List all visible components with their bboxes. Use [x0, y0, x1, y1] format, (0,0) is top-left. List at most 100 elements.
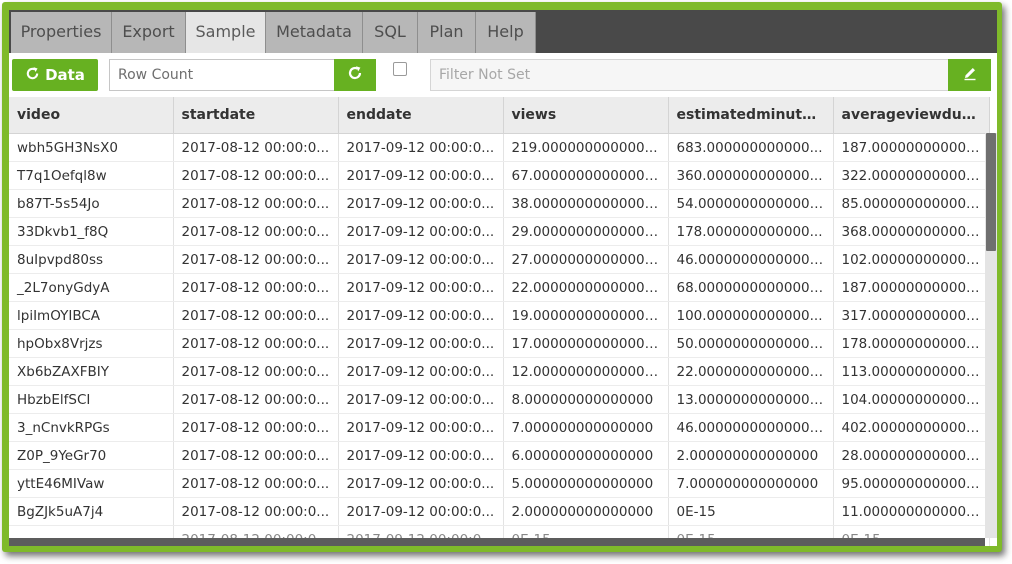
table-cell[interactable]: 187.000000000000... [833, 133, 990, 162]
table-cell[interactable]: 102.000000000000... [833, 245, 990, 274]
column-header-enddate[interactable]: enddate [338, 97, 504, 134]
tab-help[interactable]: Help [476, 12, 536, 53]
column-header-estimatedminutes[interactable]: estimatedminutes... [668, 97, 834, 134]
data-button[interactable]: Data [12, 59, 98, 91]
table-row[interactable]: wbh5GH3NsX0 2017-08-12 00:00:0... 2017-09-… [9, 133, 990, 162]
table-cell[interactable]: 13.000000000000000 [668, 385, 834, 414]
table-cell[interactable]: HbzbElfSCI [9, 385, 174, 414]
table-cell[interactable]: Z0P_9YeGr70 [9, 441, 174, 470]
table-cell[interactable]: 2017-09-12 00:00:0... [338, 469, 504, 498]
table-cell[interactable]: 2017-08-12 00:00:0... [173, 245, 339, 274]
row-count-refresh-button[interactable] [334, 59, 376, 91]
table-cell[interactable]: 2017-08-12 00:00:0... [173, 217, 339, 246]
table-cell[interactable]: 187.000000000000... [833, 273, 990, 302]
table-cell[interactable]: 19.000000000000000 [503, 301, 669, 330]
table-cell[interactable]: hpObx8Vrjzs [9, 329, 174, 358]
table-cell[interactable]: 33Dkvb1_f8Q [9, 217, 174, 246]
table-cell[interactable]: 2017-09-12 00:00:0... [338, 273, 504, 302]
table-cell[interactable]: 5.000000000000000 [503, 469, 669, 498]
table-cell[interactable]: 2017-09-12 00:00:0... [338, 385, 504, 414]
table-row[interactable]: Z0P_9YeGr70 2017-08-12 00:00:0... 2017-09-… [9, 441, 990, 470]
table-cell[interactable]: yttE46MIVaw [9, 469, 174, 498]
table-cell[interactable]: 68.000000000000000 [668, 273, 834, 302]
table-cell[interactable]: 2017-08-12 00:00:0... [173, 357, 339, 386]
table-cell[interactable]: 2017-08-12 00:00:0... [173, 161, 339, 190]
filter-display[interactable]: Filter Not Set [430, 59, 948, 91]
table-cell[interactable]: 6.000000000000000 [503, 441, 669, 470]
table-row[interactable]: Xb6bZAXFBIY 2017-08-12 00:00:0... 2017-09-… [9, 357, 990, 386]
tab-plan[interactable]: Plan [418, 12, 476, 53]
table-cell[interactable]: 85.000000000000000 [833, 189, 990, 218]
table-cell[interactable]: 2017-08-12 00:00:0... [173, 469, 339, 498]
table-cell[interactable]: 2017-08-12 00:00:0... [173, 189, 339, 218]
row-count-input[interactable] [109, 59, 335, 91]
table-cell[interactable]: 2017-09-12 00:00:0... [338, 441, 504, 470]
table-cell[interactable]: 29.000000000000000 [503, 217, 669, 246]
table-cell[interactable]: 683.000000000000... [668, 133, 834, 162]
table-cell[interactable]: 2.000000000000000 [503, 497, 669, 526]
table-cell[interactable]: 178.000000000000... [833, 329, 990, 358]
table-row[interactable]: T7q1Oefql8w 2017-08-12 00:00:0... 2017-09-… [9, 161, 990, 190]
table-cell[interactable]: 22.000000000000000 [503, 273, 669, 302]
table-cell[interactable]: 317.000000000000... [833, 301, 990, 330]
table-cell[interactable]: 2017-09-12 00:00:0... [338, 217, 504, 246]
table-cell[interactable]: 219.000000000000... [503, 133, 669, 162]
table-cell[interactable]: 67.000000000000000 [503, 161, 669, 190]
table-cell[interactable]: 7.000000000000000 [668, 469, 834, 498]
table-cell[interactable]: lpiImOYIBCA [9, 301, 174, 330]
vertical-scrollbar[interactable] [985, 133, 997, 538]
table-cell[interactable]: 2017-08-12 00:00:0... [173, 301, 339, 330]
table-cell[interactable]: 22.000000000000000 [668, 357, 834, 386]
column-header-averageviewduration[interactable]: averageviewdurat... [833, 97, 990, 134]
table-row[interactable]: 3_nCnvkRPGs 2017-08-12 00:00:0... 2017-09-… [9, 413, 990, 442]
table-cell[interactable]: 2017-09-12 00:00:0... [338, 357, 504, 386]
table-cell[interactable]: 46.000000000000000 [668, 413, 834, 442]
table-row[interactable]: _2L7onyGdyA 2017-08-12 00:00:0... 2017-09-… [9, 273, 990, 302]
column-header-views[interactable]: views [503, 97, 669, 134]
table-cell[interactable]: 2017-09-12 00:00:0... [338, 189, 504, 218]
table-row[interactable]: hpObx8Vrjzs 2017-08-12 00:00:0... 2017-09-… [9, 329, 990, 358]
table-cell[interactable]: 2017-08-12 00:00:0... [173, 385, 339, 414]
table-cell[interactable]: 3_nCnvkRPGs [9, 413, 174, 442]
table-cell[interactable]: 2017-08-12 00:00:0... [173, 273, 339, 302]
table-cell[interactable]: 2017-09-12 00:00:0... [338, 413, 504, 442]
table-cell[interactable]: 2017-09-12 00:00:0... [338, 301, 504, 330]
table-row[interactable]: BgZJk5uA7j4 2017-08-12 00:00:0... 2017-09-… [9, 497, 990, 526]
table-cell[interactable]: wbh5GH3NsX0 [9, 133, 174, 162]
tab-metadata[interactable]: Metadata [266, 12, 363, 53]
table-cell[interactable]: 2017-09-12 00:00:0... [338, 133, 504, 162]
table-cell[interactable]: 54.000000000000000 [668, 189, 834, 218]
table-cell[interactable]: 2017-09-12 00:00:0... [338, 245, 504, 274]
tab-sample[interactable]: Sample [186, 12, 266, 53]
table-cell[interactable]: 2017-09-12 00:00:0... [338, 497, 504, 526]
table-cell[interactable]: 27.000000000000000 [503, 245, 669, 274]
table-cell[interactable]: T7q1Oefql8w [9, 161, 174, 190]
table-row[interactable]: b87T-5s54Jo 2017-08-12 00:00:0... 2017-09-… [9, 189, 990, 218]
tab-properties[interactable]: Properties [11, 12, 112, 53]
table-cell[interactable]: 360.000000000000... [668, 161, 834, 190]
table-cell[interactable]: 2017-08-12 00:00:0... [173, 497, 339, 526]
table-cell[interactable]: 95.000000000000000 [833, 469, 990, 498]
table-cell[interactable]: 2017-08-12 00:00:0... [173, 329, 339, 358]
table-cell[interactable]: BgZJk5uA7j4 [9, 497, 174, 526]
column-header-startdate[interactable]: startdate [173, 97, 339, 134]
table-cell[interactable]: 2017-09-12 00:00:0... [338, 329, 504, 358]
table-cell[interactable]: 38.000000000000000 [503, 189, 669, 218]
table-cell[interactable]: 2017-09-12 00:00:0... [338, 161, 504, 190]
table-row[interactable]: yttE46MIVaw 2017-08-12 00:00:0... 2017-09-… [9, 469, 990, 498]
table-cell[interactable]: 402.000000000000... [833, 413, 990, 442]
table-cell[interactable]: 28.000000000000000 [833, 441, 990, 470]
table-cell[interactable]: 8uIpvpd80ss [9, 245, 174, 274]
table-cell[interactable]: 2.000000000000000 [668, 441, 834, 470]
table-cell[interactable]: 322.000000000000... [833, 161, 990, 190]
table-cell[interactable]: 17.000000000000000 [503, 329, 669, 358]
horizontal-scrollbar[interactable] [9, 538, 985, 546]
table-cell[interactable]: Xb6bZAXFBIY [9, 357, 174, 386]
table-cell[interactable]: 178.000000000000... [668, 217, 834, 246]
filter-checkbox[interactable] [393, 62, 407, 76]
table-cell[interactable]: 46.000000000000000 [668, 245, 834, 274]
table-row[interactable]: HbzbElfSCI 2017-08-12 00:00:0... 2017-09-1… [9, 385, 990, 414]
table-cell[interactable]: 7.000000000000000 [503, 413, 669, 442]
tab-sql[interactable]: SQL [363, 12, 418, 53]
table-row[interactable]: lpiImOYIBCA 2017-08-12 00:00:0... 2017-09-… [9, 301, 990, 330]
